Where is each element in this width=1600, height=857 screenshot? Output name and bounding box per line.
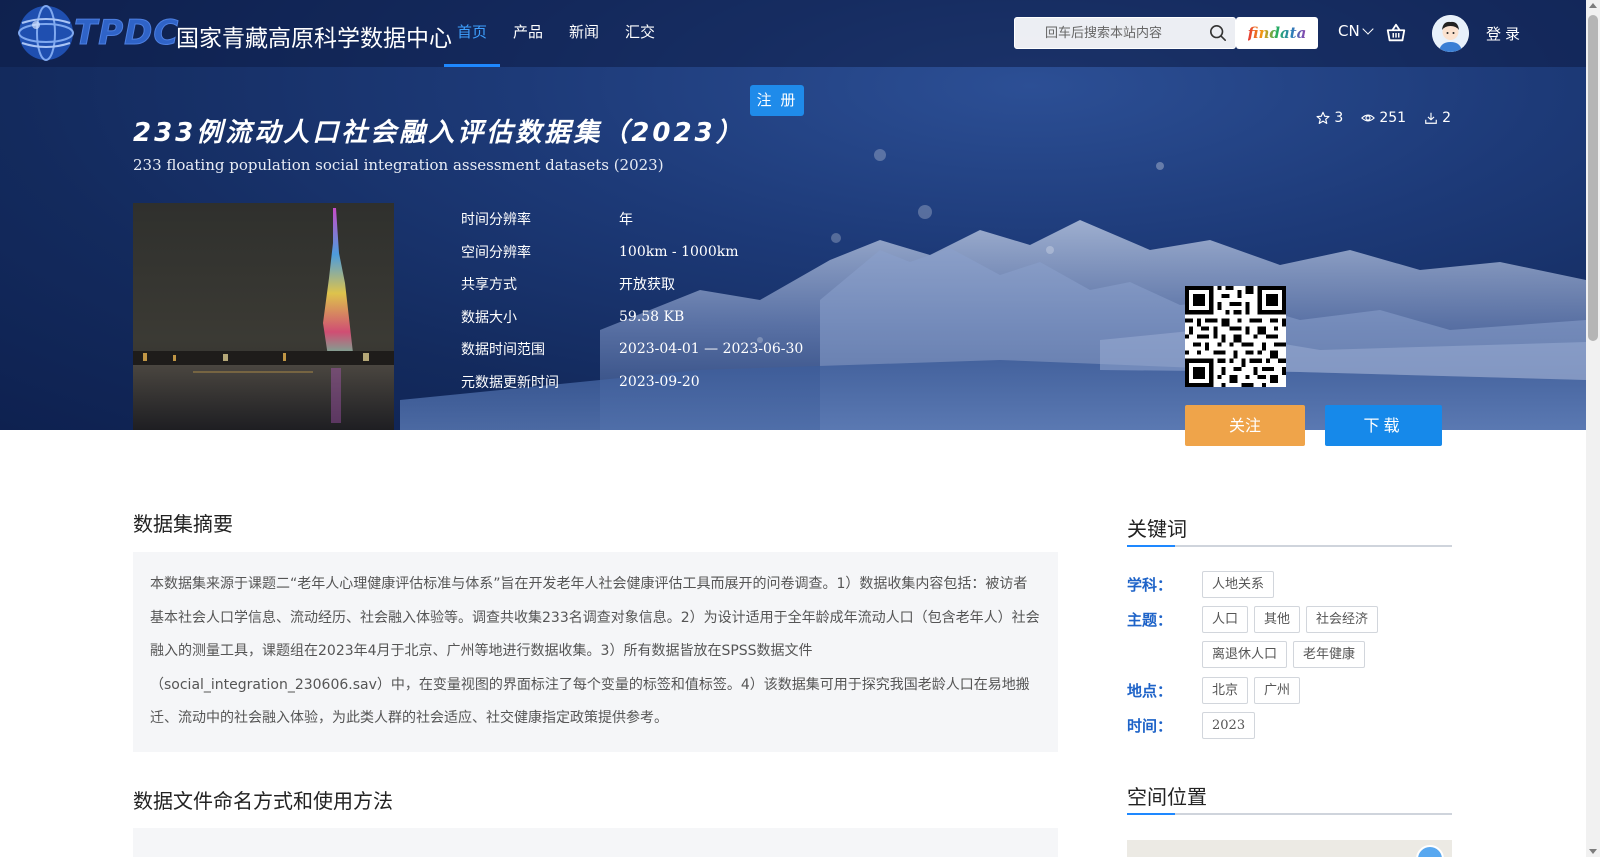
logo-abbreviation: TPDC	[73, 13, 180, 54]
meta-label: 数据大小	[461, 309, 517, 326]
language-label: CN	[1338, 22, 1360, 40]
meta-label: 空间分辨率	[461, 244, 531, 261]
keyword-tag[interactable]: 2023	[1202, 712, 1256, 739]
keyword-tag[interactable]: 广州	[1254, 677, 1301, 704]
keyword-label-time: 时间：	[1127, 717, 1173, 735]
keyword-tag[interactable]: 离退休人口	[1202, 641, 1288, 668]
keyword-tag[interactable]: 人口	[1202, 606, 1249, 633]
meta-row: 空间分辨率 100km - 1000km	[461, 236, 803, 269]
dataset-stats: 3 251 2	[1316, 110, 1451, 126]
meta-row: 共享方式 开放获取	[461, 268, 803, 301]
views-count: 251	[1379, 110, 1407, 126]
keyword-label-theme: 主题：	[1127, 611, 1173, 629]
file-section-title: 数据文件命名方式和使用方法	[133, 789, 393, 813]
main-nav: 首页 产品 新闻 汇交	[444, 0, 668, 67]
eye-icon	[1361, 114, 1376, 122]
login-link[interactable]: 登录	[1486, 23, 1524, 44]
keyword-tag[interactable]: 北京	[1202, 677, 1249, 704]
search-icon[interactable]	[1209, 24, 1227, 42]
keyword-tags-time: 2023	[1202, 712, 1256, 739]
meta-value: 年	[619, 212, 633, 229]
meta-row: 数据时间范围 2023-04-01 — 2023-06-30	[461, 333, 803, 366]
download-icon	[1425, 112, 1437, 124]
qr-code	[1185, 286, 1286, 387]
abstract-text: 本数据集来源于课题二“老年人心理健康评估标准与体系”旨在开发老年人社会健康评估工…	[150, 576, 1040, 726]
dataset-title-cn: 233例流动人口社会融入评估数据集（2023）	[133, 118, 745, 148]
scroll-up-arrow-icon[interactable]	[1589, 3, 1597, 8]
meta-label: 元数据更新时间	[461, 374, 559, 391]
download-button[interactable]: 下载	[1325, 405, 1442, 446]
nav-home[interactable]: 首页	[444, 0, 501, 67]
keyword-label-place: 地点：	[1127, 682, 1173, 700]
logo-site-name: 国家青藏高原科学数据中心	[176, 26, 452, 52]
dataset-thumbnail	[133, 203, 394, 430]
meta-row: 元数据更新时间 2023-09-20	[461, 366, 803, 399]
spatial-map[interactable]	[1127, 840, 1452, 857]
keyword-tags-place: 北京 广州	[1202, 677, 1301, 704]
spatial-divider	[1127, 813, 1452, 815]
keyword-label-subject: 学科：	[1127, 576, 1173, 594]
meta-row: 数据大小 59.58 KB	[461, 301, 803, 334]
meta-value: 100km - 1000km	[619, 243, 739, 260]
abstract-box: 本数据集来源于课题二“老年人心理健康评估标准与体系”旨在开发老年人社会健康评估工…	[133, 552, 1058, 752]
keyword-tag[interactable]: 社会经济	[1306, 606, 1379, 633]
downloads-count: 2	[1442, 110, 1451, 126]
chevron-down-icon	[1362, 23, 1374, 35]
stars-stat[interactable]: 3	[1316, 110, 1343, 126]
star-icon	[1316, 111, 1330, 124]
search-box	[1014, 17, 1236, 49]
meta-value: 59.58 KB	[619, 308, 685, 325]
nav-products[interactable]: 产品	[500, 0, 556, 67]
meta-row: 时间分辨率 年	[461, 203, 803, 236]
site-logo[interactable]: TPDC 国家青藏高原科学数据中心	[16, 3, 452, 63]
nav-news[interactable]: 新闻	[556, 0, 612, 67]
keyword-tag[interactable]: 老年健康	[1293, 641, 1366, 668]
meta-value: 开放获取	[619, 277, 675, 294]
page: TPDC 国家青藏高原科学数据中心 首页 产品 新闻 汇交 findata CN	[0, 0, 1600, 857]
keyword-tag[interactable]: 人地关系	[1202, 571, 1275, 598]
keywords-title: 关键词	[1127, 517, 1187, 541]
scroll-thumb[interactable]	[1588, 15, 1598, 341]
globe-logo-icon	[18, 5, 74, 61]
meta-label: 数据时间范围	[461, 342, 545, 359]
spatial-title: 空间位置	[1127, 785, 1207, 809]
abstract-title: 数据集摘要	[133, 512, 233, 536]
cart-icon[interactable]	[1385, 22, 1407, 44]
meta-label: 共享方式	[461, 277, 517, 294]
keyword-tags-theme-row2: 离退休人口 老年健康	[1202, 641, 1366, 668]
register-button[interactable]: 注 册	[750, 85, 804, 116]
keyword-tags-theme-row1: 人口 其他 社会经济	[1202, 606, 1379, 633]
hero-banner: TPDC 国家青藏高原科学数据中心 首页 产品 新闻 汇交 findata CN	[0, 0, 1586, 430]
scroll-down-arrow-icon[interactable]	[1589, 849, 1597, 854]
stars-count: 3	[1334, 110, 1344, 126]
follow-button[interactable]: 关注	[1185, 405, 1305, 446]
findata-button[interactable]: findata	[1236, 17, 1318, 49]
views-stat: 251	[1361, 110, 1406, 126]
keywords-divider	[1127, 545, 1452, 547]
findata-label: findata	[1247, 24, 1307, 42]
user-avatar-icon	[1432, 15, 1469, 52]
page-scrollbar[interactable]	[1586, 0, 1600, 857]
dataset-title-en: 233 floating population social integrati…	[133, 156, 664, 174]
dataset-meta-table: 时间分辨率 年 空间分辨率 100km - 1000km 共享方式 开放获取 数…	[461, 203, 803, 398]
file-section-box	[133, 828, 1058, 857]
keyword-tag[interactable]: 其他	[1254, 606, 1301, 633]
meta-label: 时间分辨率	[461, 212, 531, 229]
avatar[interactable]	[1432, 15, 1469, 52]
search-input[interactable]	[1045, 18, 1205, 48]
language-selector[interactable]: CN	[1338, 22, 1374, 40]
nav-submit[interactable]: 汇交	[612, 0, 668, 67]
meta-value: 2023-04-01 — 2023-06-30	[619, 341, 804, 358]
downloads-stat: 2	[1424, 110, 1451, 126]
meta-value: 2023-09-20	[619, 373, 700, 390]
keyword-tags-subject: 人地关系	[1202, 571, 1275, 598]
